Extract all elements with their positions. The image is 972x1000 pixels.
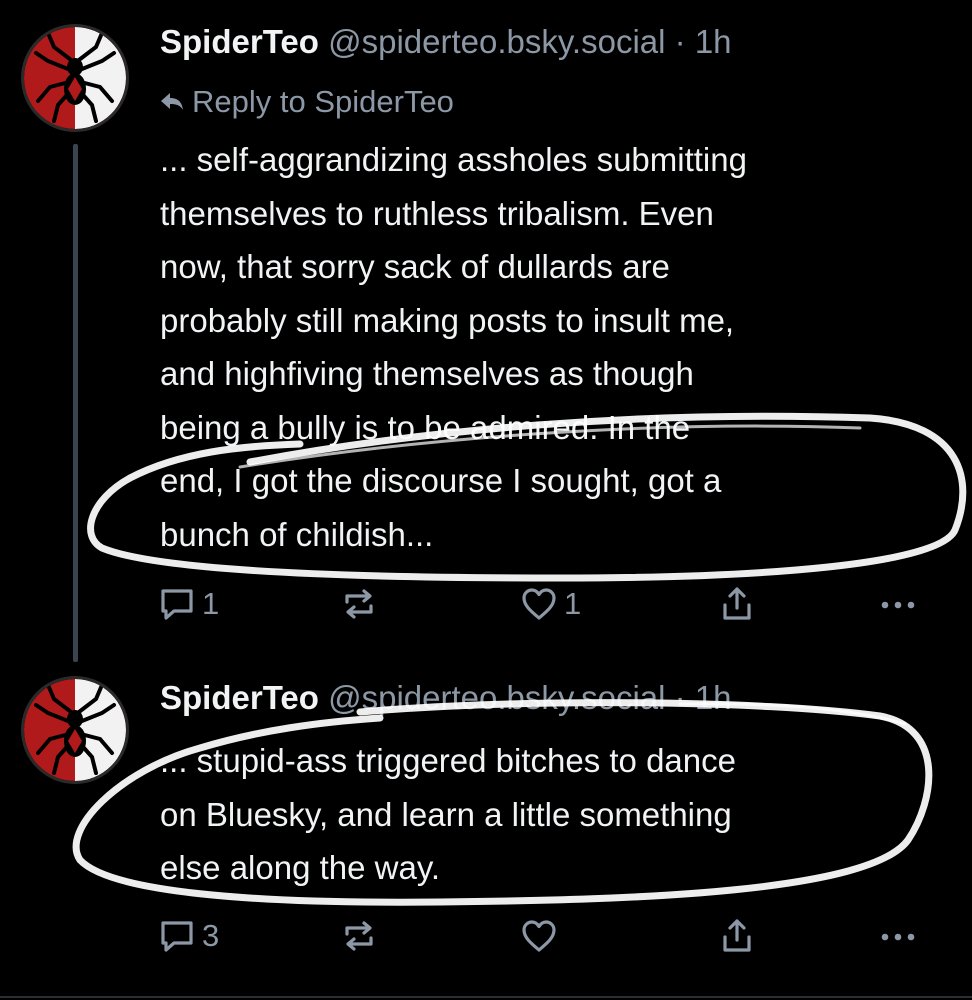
avatar[interactable] <box>21 24 129 132</box>
separator: · <box>674 679 686 716</box>
avatar[interactable] <box>21 676 129 784</box>
repost-button[interactable] <box>340 584 384 624</box>
spider-logo-icon <box>24 27 126 129</box>
share-button[interactable] <box>718 916 756 956</box>
like-count: 1 <box>564 586 582 621</box>
post-2[interactable]: SpiderTeo @spiderteo.bsky.social · 1h ..… <box>0 660 972 996</box>
reply-icon <box>161 921 193 952</box>
reply-to-label: Reply to SpiderTeo <box>192 84 454 119</box>
like-icon <box>522 588 556 620</box>
reply-to-link[interactable]: Reply to SpiderTeo <box>160 82 454 122</box>
post-header: SpiderTeo @spiderteo.bsky.social · 1h <box>160 678 732 718</box>
repost-button[interactable] <box>340 916 384 956</box>
more-button[interactable] <box>878 916 918 956</box>
more-button[interactable] <box>878 584 918 624</box>
author-name[interactable]: SpiderTeo <box>160 23 319 60</box>
separator: · <box>674 23 686 60</box>
like-button[interactable]: 1 <box>520 584 581 624</box>
thread-line <box>73 144 78 662</box>
reply-icon <box>161 589 193 620</box>
reply-button[interactable]: 3 <box>158 916 219 956</box>
like-icon <box>522 920 556 952</box>
post-text: ... self-aggrandizing assholes submittin… <box>160 141 747 553</box>
post-header: SpiderTeo @spiderteo.bsky.social · 1h <box>160 22 732 62</box>
share-icon <box>723 919 751 952</box>
timestamp[interactable]: 1h <box>695 679 732 716</box>
repost-icon <box>345 921 373 951</box>
action-bar: 3 <box>158 916 928 956</box>
author-name[interactable]: SpiderTeo <box>160 679 319 716</box>
timestamp[interactable]: 1h <box>695 23 732 60</box>
author-handle[interactable]: @spiderteo.bsky.social <box>328 23 665 60</box>
like-button[interactable] <box>520 916 564 956</box>
author-handle[interactable]: @spiderteo.bsky.social <box>328 679 665 716</box>
share-icon <box>723 587 751 620</box>
more-icon <box>881 933 915 941</box>
spider-logo-icon <box>24 679 126 781</box>
reply-count: 1 <box>202 586 220 621</box>
post-text: ... stupid-ass triggered bitches to danc… <box>160 742 736 886</box>
repost-icon <box>345 589 373 619</box>
action-bar: 1 1 <box>158 584 928 624</box>
divider <box>0 996 972 998</box>
post-1[interactable]: SpiderTeo @spiderteo.bsky.social · 1h Re… <box>0 0 972 662</box>
share-button[interactable] <box>718 584 756 624</box>
reply-button[interactable]: 1 <box>158 584 219 624</box>
more-icon <box>881 601 915 609</box>
reply-arrow-icon <box>161 92 183 110</box>
reply-count: 3 <box>202 918 220 953</box>
